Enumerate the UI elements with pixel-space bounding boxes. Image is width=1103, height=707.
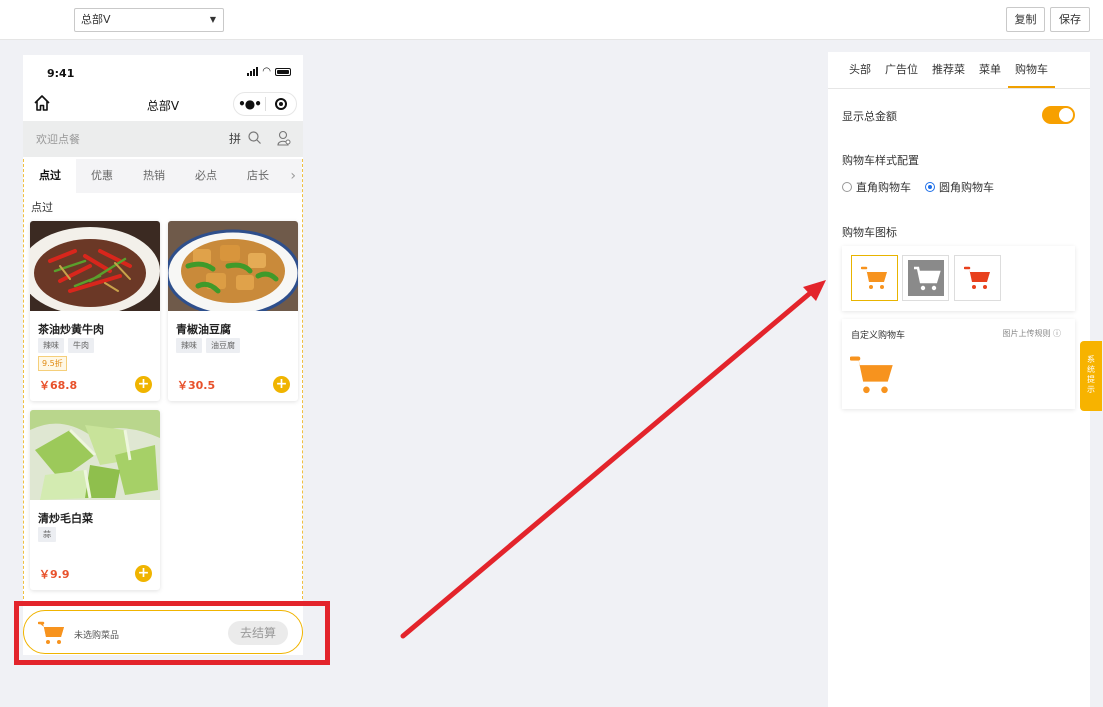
radio-round-cart[interactable]: 圆角购物车: [925, 179, 994, 195]
upload-rule-label: 图片上传规则: [1002, 329, 1051, 338]
config-panel: 头部 广告位 推荐菜 菜单 购物车 显示总金额 购物车样式配置 直角购物车 圆角…: [828, 52, 1090, 707]
cart-icon: [907, 260, 944, 296]
custom-cart-title: 自定义购物车: [851, 331, 906, 341]
config-tabs: 头部 广告位 推荐菜 菜单 购物车: [828, 52, 1090, 89]
radio-dot: [925, 182, 935, 192]
tab-menu[interactable]: 菜单: [972, 52, 1008, 88]
custom-cart-image[interactable]: [850, 355, 896, 395]
cart-icon-option-red[interactable]: [954, 255, 1001, 301]
cart-icon: [963, 266, 990, 289]
tab-ad[interactable]: 广告位: [878, 52, 925, 88]
cart-icon-label: 购物车图标: [842, 226, 897, 239]
cart-style-label: 购物车样式配置: [842, 154, 919, 167]
tab-header[interactable]: 头部: [842, 52, 878, 88]
cart-icon: [860, 266, 887, 289]
upload-rule-link[interactable]: 图片上传规则 ⓘ: [1002, 328, 1061, 339]
cart-icon-picker: [842, 246, 1075, 311]
cart-icon-option-gray[interactable]: [902, 255, 949, 301]
radio-label: 圆角购物车: [939, 181, 994, 194]
radio-square-cart[interactable]: 直角购物车: [842, 179, 911, 195]
side-tab-char: 统: [1087, 365, 1095, 374]
show-total-toggle[interactable]: [1042, 106, 1075, 124]
tab-recommend[interactable]: 推荐菜: [925, 52, 972, 88]
side-tab-char: 系: [1087, 355, 1095, 364]
side-tab-char: 提: [1087, 375, 1095, 384]
radio-label: 直角购物车: [856, 181, 911, 194]
help-icon[interactable]: ⓘ: [1053, 329, 1061, 338]
radio-dot: [842, 182, 852, 192]
side-tab-char: 示: [1087, 385, 1095, 394]
custom-cart-box: 自定义购物车 图片上传规则 ⓘ: [842, 319, 1075, 409]
tab-cart[interactable]: 购物车: [1008, 52, 1055, 88]
system-tips-tab[interactable]: 系 统 提 示: [1080, 341, 1102, 411]
cart-icon-option-orange[interactable]: [851, 255, 898, 301]
show-total-label: 显示总金额: [842, 110, 897, 123]
